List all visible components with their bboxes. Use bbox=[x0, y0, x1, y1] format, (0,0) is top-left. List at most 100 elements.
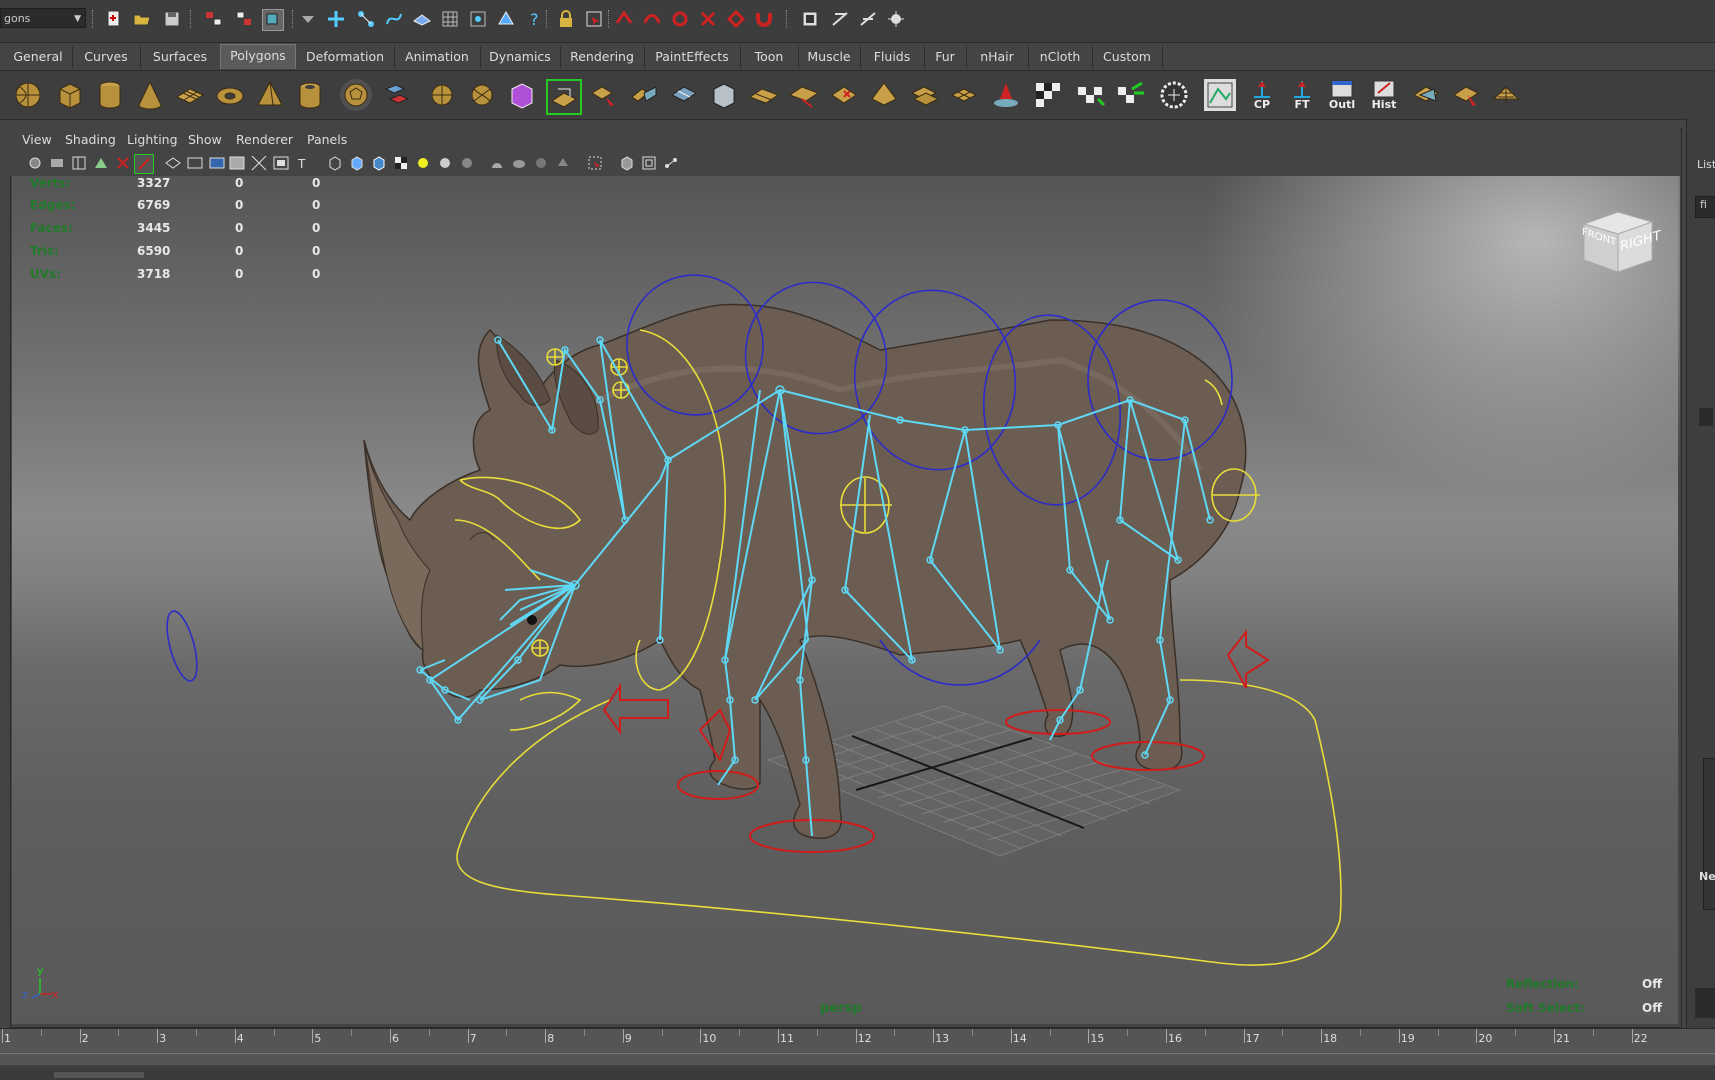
time-tick-major bbox=[1476, 1029, 1478, 1043]
time-tick-minor bbox=[1592, 1029, 1594, 1036]
time-tick-label: 15 bbox=[1090, 1032, 1105, 1045]
time-tick-major bbox=[1554, 1029, 1555, 1043]
time-tick-minor bbox=[1127, 1029, 1129, 1036]
filter-field-value: fi bbox=[1700, 198, 1707, 211]
time-tick-minor bbox=[584, 1029, 585, 1036]
axis-y-label: y bbox=[37, 964, 44, 977]
time-tick-major bbox=[1010, 1029, 1012, 1043]
time-tick-label: 13 bbox=[935, 1032, 950, 1045]
hud-faces-selected: 0 bbox=[235, 221, 244, 235]
hud-verts-label: Verts: bbox=[30, 176, 71, 190]
time-tick-minor bbox=[1204, 1029, 1206, 1036]
time-tick-minor bbox=[739, 1029, 741, 1036]
hud-edges-value: 6769 bbox=[137, 198, 171, 212]
time-tick-minor bbox=[1360, 1029, 1361, 1036]
time-tick-major bbox=[1631, 1029, 1633, 1043]
time-tick-label: 21 bbox=[1556, 1032, 1570, 1045]
right-side-panel: List fi Ne bbox=[1686, 118, 1715, 1028]
time-tick-minor bbox=[40, 1029, 42, 1036]
reflection-value: Off bbox=[1642, 977, 1662, 991]
hud-edges-components: 0 bbox=[312, 198, 321, 212]
hud-edges-label: Edges: bbox=[30, 198, 76, 212]
side-scrollbar[interactable] bbox=[1703, 758, 1715, 910]
time-tick-minor bbox=[894, 1029, 896, 1036]
time-tick-major bbox=[390, 1029, 391, 1043]
hud-faces-value: 3445 bbox=[137, 221, 171, 235]
time-tick-label: 10 bbox=[702, 1032, 717, 1045]
time-tick-major bbox=[1166, 1029, 1167, 1043]
hud-verts-components: 0 bbox=[312, 176, 321, 190]
time-tick-minor bbox=[351, 1029, 353, 1036]
reflection-label: Reflection: bbox=[1506, 977, 1579, 991]
hud-verts-selected: 0 bbox=[235, 176, 244, 190]
time-tick-label: 4 bbox=[236, 1032, 244, 1045]
time-tick-major bbox=[622, 1029, 624, 1043]
hud-tris-selected: 0 bbox=[235, 244, 244, 258]
time-tick-label: 2 bbox=[81, 1032, 89, 1045]
time-tick-label: 22 bbox=[1633, 1032, 1648, 1045]
time-tick-minor bbox=[506, 1029, 508, 1036]
range-slider-handle[interactable] bbox=[54, 1072, 144, 1078]
hud-faces-components: 0 bbox=[312, 221, 321, 235]
time-tick-label: 17 bbox=[1245, 1032, 1260, 1045]
time-tick-label: 11 bbox=[780, 1032, 794, 1045]
view-cube[interactable]: FRONT RIGHT bbox=[1578, 206, 1661, 278]
time-tick-label: 3 bbox=[159, 1032, 167, 1045]
time-tick-major bbox=[467, 1029, 469, 1043]
hud-uvs-selected: 0 bbox=[235, 267, 244, 281]
time-tick-major bbox=[1243, 1029, 1245, 1043]
filter-field[interactable]: fi bbox=[1695, 196, 1715, 218]
time-tick-label: 14 bbox=[1012, 1032, 1027, 1045]
time-tick-minor bbox=[1282, 1029, 1284, 1036]
time-slider-baseline bbox=[0, 1053, 1715, 1054]
time-tick-label: 7 bbox=[469, 1032, 477, 1045]
time-tick-major bbox=[234, 1029, 236, 1043]
hud-uvs-value: 3718 bbox=[137, 267, 171, 281]
time-tick-major bbox=[157, 1029, 159, 1043]
time-tick-major bbox=[1321, 1029, 1323, 1043]
axis-gizmo: y z x bbox=[22, 964, 62, 1004]
hud-uvs-components: 0 bbox=[312, 267, 321, 281]
hud-uvs-label: UVs: bbox=[30, 267, 61, 281]
time-tick-major bbox=[1088, 1029, 1090, 1043]
axis-x-label: x bbox=[52, 988, 59, 1001]
time-tick-minor bbox=[1049, 1029, 1051, 1036]
time-tick-minor bbox=[1515, 1029, 1517, 1036]
time-tick-label: 18 bbox=[1323, 1032, 1338, 1045]
time-tick-minor bbox=[1437, 1029, 1439, 1036]
time-tick-minor bbox=[118, 1029, 120, 1036]
hud-tris-label: Tris: bbox=[30, 244, 59, 258]
hud-faces-label: Faces: bbox=[30, 221, 73, 235]
rhino-model[interactable] bbox=[363, 303, 1247, 839]
time-tick-major bbox=[700, 1029, 702, 1043]
time-tick-major bbox=[79, 1029, 81, 1043]
hud-tris-value: 6590 bbox=[137, 244, 171, 258]
soft-select-value: Off bbox=[1642, 1001, 1662, 1015]
time-tick-minor bbox=[196, 1029, 197, 1036]
ne-label: Ne bbox=[1699, 870, 1715, 883]
time-tick-major bbox=[778, 1029, 779, 1043]
time-tick-major bbox=[2, 1029, 3, 1043]
time-tick-label: 5 bbox=[314, 1032, 322, 1045]
time-tick-major bbox=[855, 1029, 857, 1043]
time-tick-minor bbox=[661, 1029, 663, 1036]
hud-verts-value: 3327 bbox=[137, 176, 171, 190]
time-tick-minor bbox=[273, 1029, 275, 1036]
time-tick-label: 12 bbox=[857, 1032, 872, 1045]
time-tick-major bbox=[545, 1029, 547, 1043]
time-tick-major bbox=[312, 1029, 314, 1043]
scroll-handle[interactable] bbox=[1699, 408, 1713, 426]
range-slider-bar bbox=[0, 1070, 1715, 1080]
soft-select-label: Soft Select: bbox=[1506, 1001, 1585, 1015]
time-tick-label: 9 bbox=[624, 1032, 632, 1045]
time-tick-label: 20 bbox=[1478, 1032, 1493, 1045]
time-slider[interactable]: 1 2 3 4 5 6 7 8 9 10 11 12 13 14 15 16 17 18 19 20 21 22 bbox=[0, 1028, 1715, 1071]
time-tick-label: 16 bbox=[1168, 1032, 1182, 1045]
side-panel-button[interactable] bbox=[1695, 988, 1715, 1018]
hud-tris-components: 0 bbox=[312, 244, 321, 258]
scene-drawing bbox=[166, 274, 1342, 966]
time-tick-label: 19 bbox=[1400, 1032, 1415, 1045]
time-tick-label: 6 bbox=[392, 1032, 399, 1045]
time-tick-label: 8 bbox=[547, 1032, 555, 1045]
list-menu[interactable]: List bbox=[1697, 158, 1715, 171]
